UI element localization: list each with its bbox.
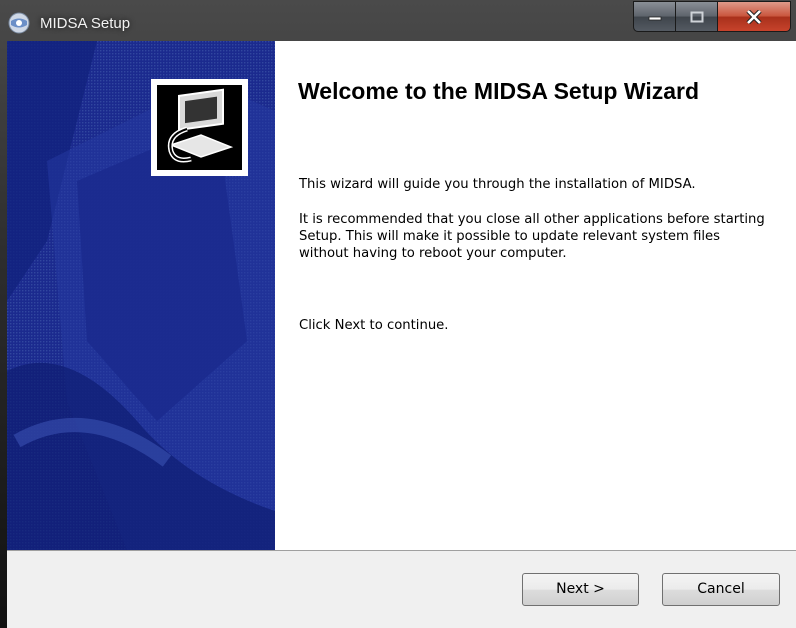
maximize-button[interactable] xyxy=(676,1,718,32)
minimize-icon xyxy=(648,16,661,20)
setup-window: MIDSA Setup Welcome to the MIDSA Setup W… xyxy=(0,0,796,628)
continue-text: Click Next to continue. xyxy=(299,318,449,333)
maximize-icon xyxy=(690,11,703,22)
close-icon xyxy=(746,9,762,24)
welcome-heading: Welcome to the MIDSA Setup Wizard xyxy=(298,78,700,104)
cancel-button[interactable]: Cancel xyxy=(662,573,780,606)
installer-globe-icon xyxy=(8,12,30,34)
next-button[interactable]: Next > xyxy=(522,573,639,606)
wizard-side-banner xyxy=(7,41,275,550)
wizard-client-area: Welcome to the MIDSA Setup Wizard This w… xyxy=(7,41,796,628)
computer-install-icon xyxy=(167,88,234,163)
minimize-button[interactable] xyxy=(633,1,676,32)
recommendation-text: It is recommended that you close all oth… xyxy=(299,212,765,261)
close-button[interactable] xyxy=(718,1,791,32)
title-bar[interactable]: MIDSA Setup xyxy=(0,0,796,40)
window-title: MIDSA Setup xyxy=(40,15,131,32)
setup-logo xyxy=(151,79,248,176)
window-controls xyxy=(633,1,791,32)
intro-text: This wizard will guide you through the i… xyxy=(299,177,696,192)
button-bar: Next > Cancel xyxy=(7,550,796,628)
